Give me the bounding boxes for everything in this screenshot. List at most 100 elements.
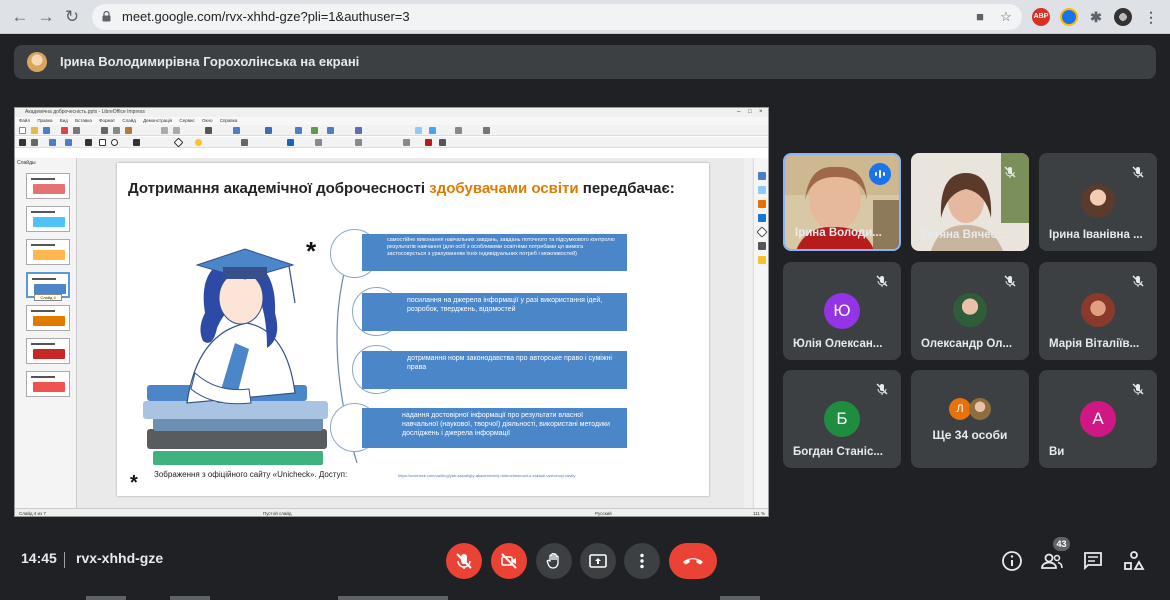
- participant-tile-4[interactable]: Ю Юлія Олексан...: [783, 262, 901, 360]
- gallery-icon: [758, 256, 766, 264]
- flowchart-icon: [241, 139, 248, 146]
- browser-toolbar: ← → ↻ meet.google.com/rvx-xhhd-gze?pli=1…: [0, 0, 1170, 34]
- footnote-link: https://unicheck.com/ua/blog/yak-zapobig…: [398, 473, 576, 478]
- taskbar-hint: [720, 596, 760, 600]
- more-participants-tile[interactable]: Л Ще 34 особи: [911, 370, 1029, 468]
- slide-asterisk: *: [306, 236, 317, 266]
- find-icon: [205, 127, 212, 134]
- align-icon: [315, 139, 322, 146]
- address-bar[interactable]: meet.google.com/rvx-xhhd-gze?pli=1&authu…: [92, 4, 1022, 30]
- slide-thumb-7: [26, 371, 70, 397]
- properties-icon: [758, 172, 766, 180]
- styles-icon: [758, 242, 766, 250]
- camera-icon[interactable]: ■: [972, 9, 988, 25]
- activities-icon[interactable]: [1122, 549, 1146, 573]
- points-icon: [439, 139, 446, 146]
- maximize-icon: □: [748, 109, 752, 115]
- redo-icon: [173, 127, 180, 134]
- camera-off-icon: [501, 553, 517, 569]
- impress-statusbar: Слайд 4 из 7 Пустой слайд Русский 111 %: [15, 508, 768, 516]
- participant-name: Ірина Іванівна ...: [1049, 229, 1143, 241]
- mic-toggle-button[interactable]: [446, 543, 482, 579]
- divider: [64, 552, 65, 568]
- hand-icon: [546, 552, 559, 569]
- status-language: Русский: [595, 511, 612, 516]
- pdf-icon: [61, 127, 68, 134]
- participants-count-badge: 43: [1053, 537, 1070, 551]
- slide-thumb-3: [26, 239, 70, 265]
- toolbar-standard: [15, 125, 768, 136]
- presenter-text: Ірина Володимирівна Горохолінська на екр…: [60, 54, 360, 69]
- slide-item-3: дотримання норм законодавства про авторс…: [362, 351, 627, 389]
- participant-name: Олександр Ол...: [921, 338, 1013, 350]
- impress-sidebar: [753, 158, 768, 508]
- mic-off-icon: [456, 553, 472, 569]
- line-icon: [85, 139, 92, 146]
- current-slide: Дотримання академічної доброчесності здо…: [117, 163, 709, 496]
- participant-tile-3[interactable]: Ірина Іванівна ...: [1039, 153, 1157, 251]
- participant-tile-6[interactable]: Марія Віталіїв...: [1039, 262, 1157, 360]
- globe-extension-icon[interactable]: [1060, 8, 1078, 26]
- taskbar-hint: [338, 596, 448, 600]
- participant-tile-1[interactable]: Ірина Володи...: [783, 153, 901, 251]
- participant-avatar: Ю: [824, 293, 860, 329]
- chart-icon: [327, 127, 334, 134]
- minimize-icon: –: [737, 109, 741, 115]
- table-icon: [295, 127, 302, 134]
- browser-menu-icon[interactable]: ⋮: [1142, 8, 1160, 26]
- participant-name: Марія Віталіїв...: [1049, 338, 1140, 350]
- arrange-icon: [355, 139, 362, 146]
- back-icon[interactable]: ←: [8, 5, 32, 29]
- window-title: Академічна доброчесність.pptx - LibreOff…: [15, 108, 768, 117]
- leave-call-button[interactable]: [669, 543, 717, 579]
- bookmark-star-icon[interactable]: ☆: [998, 9, 1014, 25]
- image-icon: [311, 127, 318, 134]
- participant-tile-7[interactable]: Б Богдан Станіс...: [783, 370, 901, 468]
- arrow-line-icon: [133, 139, 140, 146]
- slide-item-4: надання достовірної інформації про резул…: [362, 408, 627, 448]
- muted-mic-icon: [1127, 161, 1149, 183]
- url-text: meet.google.com/rvx-xhhd-gze?pli=1&authu…: [122, 9, 410, 24]
- more-participants-label: Ще 34 особи: [932, 428, 1008, 442]
- participant-name: Ви: [1049, 446, 1065, 458]
- more-options-button[interactable]: [624, 543, 660, 579]
- participants-icon[interactable]: [1040, 549, 1064, 573]
- new-doc-icon: [19, 127, 26, 134]
- forward-icon[interactable]: →: [34, 5, 58, 29]
- profile-avatar[interactable]: [1114, 8, 1132, 26]
- toolbar-drawing: [15, 137, 768, 148]
- participant-tile-2[interactable]: Тетяна Вячес...: [911, 153, 1029, 251]
- slide-thumb-5: [26, 305, 70, 331]
- cut-icon: [101, 127, 108, 134]
- meeting-code: rvx-xhhd-gze: [76, 550, 164, 566]
- meeting-details-icon[interactable]: [1000, 549, 1024, 573]
- fontwork-icon: [355, 127, 362, 134]
- print-icon: [73, 127, 80, 134]
- reload-icon[interactable]: ↻: [60, 5, 84, 29]
- slide-thumb-1: [26, 173, 70, 199]
- adblock-icon[interactable]: ABP: [1032, 8, 1050, 26]
- copy-icon: [113, 127, 120, 134]
- window-icon: [455, 127, 462, 134]
- participant-tile-5[interactable]: Олександр Ол...: [911, 262, 1029, 360]
- footnote-text: Зображення з офіційного сайту «Unicheck»…: [154, 470, 348, 479]
- extensions-puzzle-icon[interactable]: ✱: [1087, 8, 1105, 26]
- present-screen-icon: [589, 554, 607, 568]
- self-tile[interactable]: А Ви: [1039, 370, 1157, 468]
- menubar: Файл Правка Вид Вставка Формат Слайд Дем…: [15, 117, 768, 125]
- presenter-banner: Ірина Володимирівна Горохолінська на екр…: [14, 45, 1156, 79]
- chat-icon[interactable]: [1081, 549, 1105, 573]
- display-grid-icon: [233, 127, 240, 134]
- 3d-object-icon: [287, 139, 294, 146]
- slide-thumb-2: [26, 206, 70, 232]
- status-layout: Пустой слайд: [263, 511, 292, 516]
- participant-photo: [1081, 184, 1115, 218]
- camera-toggle-button[interactable]: [491, 543, 527, 579]
- muted-mic-icon: [871, 378, 893, 400]
- raise-hand-button[interactable]: [536, 543, 572, 579]
- close-icon: ×: [759, 109, 763, 115]
- open-folder-icon: [31, 127, 38, 134]
- present-now-button[interactable]: [580, 543, 616, 579]
- slide-icon: [265, 127, 272, 134]
- slides-panel: Слайды: [15, 158, 77, 508]
